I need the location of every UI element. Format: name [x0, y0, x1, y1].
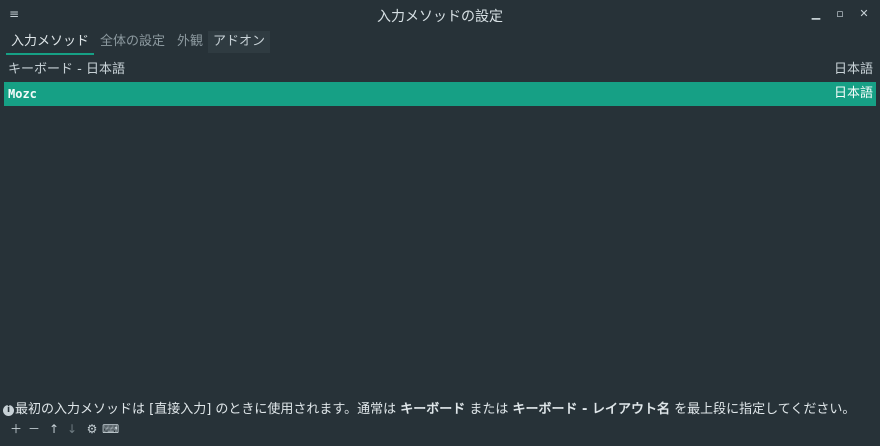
- tab-global-config[interactable]: 全体の設定: [95, 31, 170, 53]
- list-item[interactable]: Mozc 日本語: [4, 82, 876, 106]
- hint-text: i 最初の入力メソッドは [直接入力] のときに使用されます。通常は キーボード …: [3, 398, 879, 417]
- plus-icon[interactable]: ＋: [8, 420, 24, 438]
- tab-addons[interactable]: アドオン: [208, 31, 271, 53]
- keyboard-icon[interactable]: ⌨: [102, 420, 119, 438]
- arrow-up-icon[interactable]: ↑: [46, 420, 62, 438]
- input-method-list[interactable]: キーボード - 日本語 日本語 Mozc 日本語: [4, 58, 876, 394]
- tab-appearance[interactable]: 外観: [172, 31, 208, 53]
- arrow-down-icon[interactable]: ↓: [64, 420, 80, 438]
- info-icon: i: [3, 405, 14, 416]
- title-bar: ≡ 入力メソッドの設定 ▁ ▫ ✕: [0, 0, 880, 30]
- input-method-name: キーボード - 日本語: [8, 62, 125, 77]
- close-icon[interactable]: ✕: [856, 6, 872, 22]
- minus-icon[interactable]: －: [26, 420, 42, 438]
- input-method-name: Mozc: [8, 87, 37, 101]
- input-method-language: 日本語: [833, 86, 873, 101]
- gear-icon[interactable]: ⚙: [84, 420, 100, 438]
- tab-bar: 入力メソッド 全体の設定 外観 アドオン: [0, 31, 880, 55]
- window-title: 入力メソッドの設定: [377, 9, 503, 25]
- maximize-icon[interactable]: ▫: [832, 6, 848, 22]
- tab-input-methods[interactable]: 入力メソッド: [6, 31, 95, 55]
- list-item[interactable]: キーボード - 日本語 日本語: [4, 58, 876, 82]
- input-method-language: 日本語: [833, 62, 873, 77]
- minimize-icon[interactable]: ▁: [808, 6, 824, 22]
